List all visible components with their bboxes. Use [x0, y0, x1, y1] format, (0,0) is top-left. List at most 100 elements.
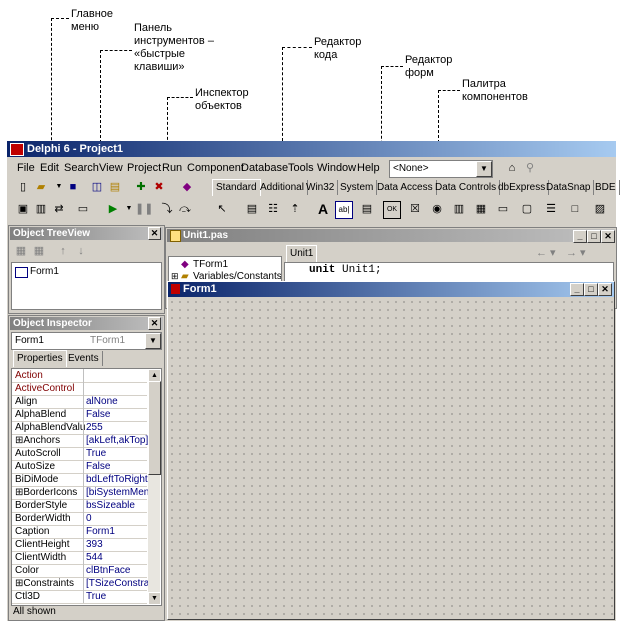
close-icon[interactable]: ✕ — [148, 317, 161, 330]
minimize-icon[interactable]: _ — [570, 283, 584, 296]
property-grid-scrollbar[interactable]: ▲ ▼ — [148, 369, 161, 605]
palette-tab-datasnap[interactable]: DataSnap — [543, 180, 595, 195]
code-editor-title-bar[interactable]: Unit1.pas _ □ ✕ — [167, 229, 615, 243]
trace-into-icon[interactable]: ⤵ — [159, 201, 175, 217]
property-value[interactable]: [biSystemMenu, — [86, 487, 148, 498]
arrow-up-icon[interactable]: ↑ — [55, 243, 71, 259]
menu-file[interactable]: File — [17, 162, 35, 174]
property-row[interactable]: BorderStyle bsSizeable — [12, 499, 147, 513]
desktop-config-combo[interactable]: <None> ▼ — [389, 160, 493, 178]
property-row[interactable]: Align alNone — [12, 395, 147, 409]
new-file-icon[interactable]: ▯ — [15, 179, 31, 195]
property-row[interactable]: ActiveControl — [12, 382, 147, 396]
button-component-icon[interactable]: OK — [383, 201, 401, 219]
pointer-arrow-icon[interactable]: ↖ — [214, 201, 230, 217]
new-item-icon[interactable]: ▦ — [13, 243, 29, 259]
view-unit-icon[interactable]: ▣ — [15, 201, 31, 217]
property-value[interactable]: True — [86, 448, 148, 459]
scroll-thumb[interactable] — [148, 381, 161, 475]
tree-item-form1[interactable]: Form1 — [30, 266, 59, 277]
property-value[interactable]: 393 — [86, 539, 148, 550]
property-value[interactable]: bsSizeable — [86, 500, 148, 511]
property-value[interactable]: alNone — [86, 396, 148, 407]
form1-title-bar[interactable]: Form1 _ □ ✕ — [168, 282, 614, 297]
property-row[interactable]: AutoScroll True — [12, 447, 147, 461]
inspector-tab-events[interactable]: Events — [65, 351, 103, 366]
panel-component-icon[interactable]: □ — [567, 201, 583, 217]
save-icon[interactable]: ■ — [65, 179, 81, 195]
add-to-project-icon[interactable]: ✚ — [133, 179, 149, 195]
close-icon[interactable]: ✕ — [148, 227, 161, 240]
maximize-icon[interactable]: □ — [584, 283, 598, 296]
open-project-icon[interactable]: ▤ — [107, 179, 123, 195]
view-form-icon[interactable]: ▥ — [33, 201, 49, 217]
property-value[interactable]: 0 — [86, 513, 148, 524]
property-row[interactable]: ⊞BorderIcons [biSystemMenu, — [12, 486, 148, 500]
menu-view[interactable]: View — [99, 162, 123, 174]
save-all-icon[interactable]: ◫ — [89, 179, 105, 195]
object-inspector-title-bar[interactable]: Object Inspector ✕ — [10, 317, 163, 330]
property-value[interactable]: [TSizeConstraint — [86, 578, 148, 589]
menu-project[interactable]: Project — [127, 162, 161, 174]
menu-search[interactable]: Search — [64, 162, 99, 174]
combobox-component-icon[interactable]: ▦ — [473, 201, 489, 217]
scrollbar-component-icon[interactable]: ▭ — [495, 201, 511, 217]
property-row[interactable]: BorderWidth 0 — [12, 512, 147, 526]
label-a-icon[interactable]: A — [315, 201, 331, 217]
palette-tab-data-access[interactable]: Data Access — [374, 180, 437, 195]
minimize-icon[interactable]: _ — [573, 230, 587, 243]
property-row[interactable]: BiDiMode bdLeftToRight — [12, 473, 148, 487]
mainmenu-component-icon[interactable]: ▤ — [244, 201, 260, 217]
property-row[interactable]: ⊞Anchors [akLeft,akTop] — [12, 434, 148, 448]
object-selector-combo[interactable]: Form1 TForm1 ▼ — [11, 332, 162, 350]
palette-tab-standard[interactable]: Standard — [212, 179, 261, 196]
scroll-down-icon[interactable]: ▼ — [148, 592, 161, 605]
property-row[interactable]: AlphaBlend False — [12, 408, 147, 422]
palette-tab-dbexpress[interactable]: dbExpress — [495, 180, 550, 195]
delete-item-icon[interactable]: ▦ — [31, 243, 47, 259]
open-folder-icon[interactable]: ▰ — [33, 179, 49, 195]
help-contents-icon[interactable]: ◆ — [179, 179, 195, 195]
property-row[interactable]: Color clBtnFace — [12, 564, 147, 578]
palette-tab-win32[interactable]: Win32 — [303, 180, 339, 195]
palette-tab-data-controls[interactable]: Data Controls — [432, 180, 501, 195]
pause-icon[interactable]: ❚❚ — [135, 201, 153, 217]
property-row[interactable]: Action — [12, 369, 147, 383]
menu-database[interactable]: Database — [241, 162, 288, 174]
edit-component-icon[interactable]: ab| — [335, 201, 353, 219]
navigate-back-icon[interactable]: ← ▾ — [536, 246, 556, 259]
checkbox-component-icon[interactable]: ☒ — [407, 201, 423, 217]
property-value[interactable]: bdLeftToRight — [86, 474, 148, 485]
property-value[interactable]: clBtnFace — [86, 565, 148, 576]
property-value[interactable]: False — [86, 409, 148, 420]
palette-tab-bde[interactable]: BDE — [592, 180, 620, 195]
property-row[interactable]: ClientHeight 393 — [12, 538, 147, 552]
listbox-component-icon[interactable]: ▥ — [451, 201, 467, 217]
menu-window[interactable]: Window — [317, 162, 356, 174]
property-row[interactable]: Ctl3D True — [12, 590, 147, 604]
menu-tools[interactable]: Tools — [288, 162, 314, 174]
navigate-forward-icon[interactable]: → ▾ — [566, 246, 586, 259]
code-explorer-item-tform1[interactable]: TForm1 — [193, 259, 228, 270]
property-row[interactable]: Caption Form1 — [12, 525, 147, 539]
run-icon[interactable]: ▶ — [105, 201, 121, 217]
property-row[interactable]: ClientWidth 544 — [12, 551, 147, 565]
menu-component[interactable]: Component — [187, 162, 244, 174]
groupbox-component-icon[interactable]: ▢ — [519, 201, 535, 217]
palette-tab-additional[interactable]: Additional — [257, 180, 308, 195]
popupmenu-component-icon[interactable]: ☷ — [265, 201, 281, 217]
radiogroup-component-icon[interactable]: ☰ — [543, 201, 559, 217]
step-over-icon[interactable]: ⤼ — [177, 201, 193, 217]
arrow-down-icon[interactable]: ↓ — [73, 243, 89, 259]
new-form-icon[interactable]: ▭ — [75, 201, 91, 217]
menu-run[interactable]: Run — [162, 162, 182, 174]
property-value[interactable]: Form1 — [86, 526, 148, 537]
remove-from-project-icon[interactable]: ✖ — [151, 179, 167, 195]
save-desktop-icon[interactable]: ⌂ — [504, 160, 520, 176]
toggle-form-unit-icon[interactable]: ⇄ — [51, 201, 67, 217]
label-component-icon[interactable]: ⇡ — [287, 201, 303, 217]
property-value[interactable]: 255 — [86, 422, 148, 433]
actionlist-component-icon[interactable]: ▨ — [592, 201, 608, 217]
menu-edit[interactable]: Edit — [40, 162, 59, 174]
property-row[interactable]: AlphaBlendValu 255 — [12, 421, 147, 435]
